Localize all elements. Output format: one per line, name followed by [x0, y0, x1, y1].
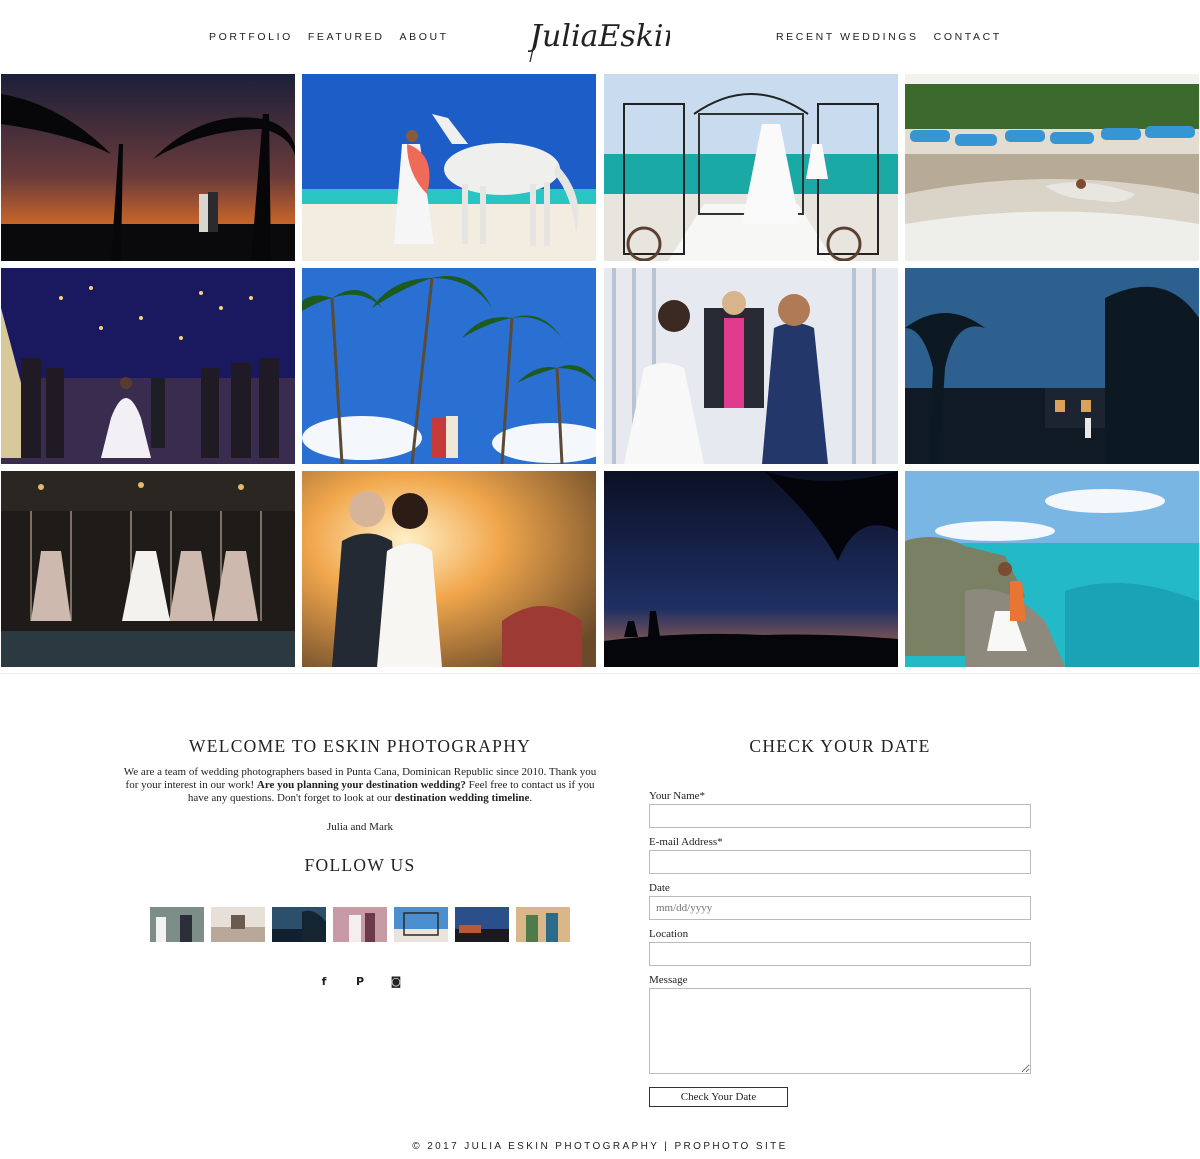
facebook-icon[interactable]: f [316, 974, 332, 990]
nav-left: PORTFOLIO FEATURED ABOUT [209, 31, 464, 43]
wedding-timeline-link[interactable]: destination wedding timeline [394, 792, 529, 804]
instagram-thumbnail[interactable] [272, 907, 326, 942]
check-date-title: CHECK YOUR DATE [749, 736, 931, 756]
nav-portfolio[interactable]: PORTFOLIO [209, 31, 293, 43]
welcome-title: WELCOME TO ESKIN PHOTOGRAPHY [188, 736, 532, 756]
pinterest-icon[interactable]: P [352, 974, 368, 990]
welcome-signature: Julia and Mark [327, 821, 393, 833]
nav-about[interactable]: ABOUT [400, 31, 449, 43]
location-field[interactable] [649, 942, 1031, 966]
nav-right: RECENT WEDDINGS CONTACT [776, 31, 1017, 43]
destination-wedding-link[interactable]: Are you planning your destination weddin… [257, 779, 466, 791]
instagram-thumbnail[interactable] [394, 907, 448, 942]
gallery-photo-couple-golden[interactable] [302, 471, 596, 667]
follow-title: FOLLOW US [304, 855, 416, 875]
welcome-text: We are a team of wedding photographers b… [120, 766, 600, 805]
name-label: Your Name* [649, 790, 706, 802]
site-logo[interactable]: JuliaEskin [523, 10, 683, 66]
gallery-photo-ceremony-gazebo[interactable] [604, 74, 898, 261]
gallery-photo-bride-horse[interactable] [302, 74, 596, 261]
gallery-photo-bridesmaids-swings[interactable] [1, 471, 295, 667]
check-date-button[interactable]: Check Your Date [649, 1087, 788, 1107]
gallery-photo-ring-exchange[interactable] [604, 268, 898, 464]
gallery-photo-palm-sky[interactable] [302, 268, 596, 464]
name-field[interactable] [649, 804, 1031, 828]
check-date-form: Your Name* E-mail Address* Date Location… [649, 790, 1031, 1107]
gallery-photo-silhouette-dusk[interactable] [604, 471, 898, 667]
instagram-thumbnails [150, 907, 577, 942]
section-divider [0, 673, 1200, 674]
instagram-thumbnail[interactable] [333, 907, 387, 942]
instagram-thumbnail[interactable] [150, 907, 204, 942]
message-label: Message [649, 974, 688, 986]
instagram-icon[interactable]: ◙ [388, 974, 404, 990]
welcome-text-part-3: . [529, 792, 533, 804]
date-field[interactable] [649, 896, 1031, 920]
gallery-photo-beach-boats[interactable] [905, 74, 1199, 261]
footer-text: © 2017 JULIA ESKIN PHOTOGRAPHY | PROPHOT… [412, 1141, 788, 1152]
nav-recent-weddings[interactable]: RECENT WEDDINGS [776, 31, 919, 43]
date-label: Date [649, 882, 670, 894]
nav-contact[interactable]: CONTACT [934, 31, 1002, 43]
site-header: PORTFOLIO FEATURED ABOUT JuliaEskin RECE… [0, 0, 1200, 74]
gallery-photo-palm-sunset[interactable] [1, 74, 295, 261]
instagram-thumbnail[interactable] [516, 907, 570, 942]
instagram-thumbnail[interactable] [211, 907, 265, 942]
gallery-photo-sparkler-exit[interactable] [1, 268, 295, 464]
email-field[interactable] [649, 850, 1031, 874]
logo-text: JuliaEskin [528, 19, 670, 54]
email-label: E-mail Address* [649, 836, 723, 848]
location-label: Location [649, 928, 689, 940]
social-links: f P ◙ [316, 974, 424, 990]
nav-featured[interactable]: FEATURED [308, 31, 385, 43]
gallery-photo-cliff-sea[interactable] [905, 471, 1199, 667]
instagram-thumbnail[interactable] [455, 907, 509, 942]
gallery-photo-night-palms[interactable] [905, 268, 1199, 464]
message-field[interactable] [649, 988, 1031, 1074]
